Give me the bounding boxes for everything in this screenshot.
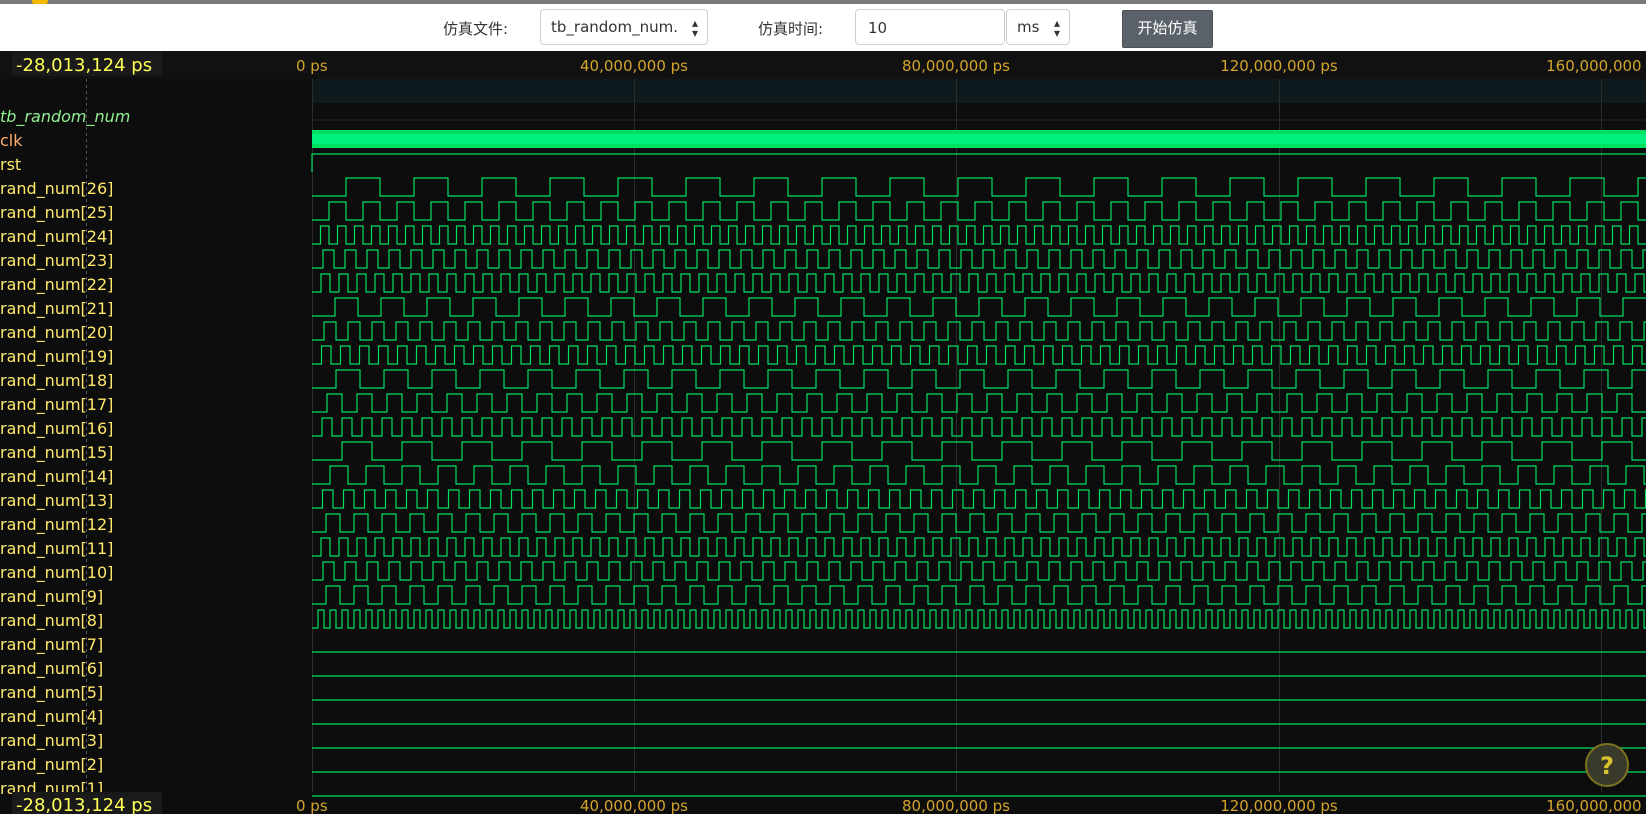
sim-file-value: tb_random_num. xyxy=(551,18,678,36)
toggle-wave xyxy=(312,321,1646,341)
sim-time-label: 仿真时间: xyxy=(758,20,824,38)
rst-wave xyxy=(311,153,1646,172)
toggle-wave xyxy=(312,609,1646,629)
question-circle-icon: ? xyxy=(1600,752,1614,780)
sim-file-select[interactable]: tb_random_num. ▴ ▾ xyxy=(540,9,708,45)
toggle-wave xyxy=(312,225,1646,245)
header-cursor-time: -28,013,124 ps xyxy=(16,55,152,76)
help-button[interactable]: ? xyxy=(1585,743,1629,787)
signal-name: rand_num[22] xyxy=(0,275,113,295)
waveform-viewer[interactable]: -28,013,124 ps 0 ps 40,000,000 ps 80,000,00… xyxy=(0,51,1646,814)
signal-name: rand_num[8] xyxy=(0,611,103,631)
toggle-wave xyxy=(312,561,1646,581)
signal-name: rand_num[13] xyxy=(0,491,113,511)
signal-name: rand_num[16] xyxy=(0,419,113,439)
toggle-wave xyxy=(312,369,1646,389)
signal-name: rand_num[18] xyxy=(0,371,113,391)
tick-label: 120,000,000 ps xyxy=(1220,57,1338,75)
toggle-wave xyxy=(312,393,1646,413)
sim-time-input[interactable]: 10 xyxy=(855,9,1005,45)
signal-name: rand_num[19] xyxy=(0,347,113,367)
tick-label: 0 ps xyxy=(296,57,328,75)
signal-waves xyxy=(311,130,1646,797)
signal-name: rst xyxy=(0,155,21,174)
tick-label: 160,000,000 p xyxy=(1546,57,1646,75)
toggle-wave xyxy=(312,465,1646,485)
toggle-wave xyxy=(312,489,1646,509)
simulation-toolbar: 仿真文件: tb_random_num. ▴ ▾ 仿真时间: 10 ms ▴ ▾ 开… xyxy=(0,4,1646,51)
toggle-wave xyxy=(312,177,1646,197)
toggle-wave xyxy=(312,441,1646,461)
signal-name: rand_num[15] xyxy=(0,443,113,463)
signal-name: rand_num[12] xyxy=(0,515,113,535)
signal-name: rand_num[4] xyxy=(0,707,103,727)
updown-icon: ▴ ▾ xyxy=(1053,16,1060,40)
signal-name: rand_num[9] xyxy=(0,587,103,607)
signal-name: rand_num[3] xyxy=(0,731,103,751)
toggle-wave xyxy=(312,273,1646,293)
start-simulation-button[interactable]: 开始仿真 xyxy=(1122,10,1213,48)
signal-name: clk xyxy=(0,131,23,150)
signal-name: rand_num[21] xyxy=(0,299,113,319)
timeline-footer: -28,013,124 ps 0 ps 40,000,000 ps 80,000,00… xyxy=(12,792,1646,814)
grid-lines xyxy=(0,51,1646,792)
toggle-wave xyxy=(312,297,1646,317)
time-unit-value: ms xyxy=(1017,18,1040,36)
signal-name: rand_num[11] xyxy=(0,539,113,559)
toggle-wave xyxy=(312,345,1646,365)
module-band xyxy=(312,79,1646,103)
sim-file-label: 仿真文件: xyxy=(443,20,509,38)
toggle-wave xyxy=(312,513,1646,533)
signal-name: rand_num[20] xyxy=(0,323,113,343)
signal-name-list: tb_random_numclk rst rand_num[26] rand_num[… xyxy=(0,107,130,799)
toggle-wave xyxy=(312,537,1646,557)
toggle-wave xyxy=(312,201,1646,221)
signal-name: rand_num[14] xyxy=(0,467,113,487)
toggle-wave xyxy=(312,249,1646,269)
signal-name: rand_num[5] xyxy=(0,683,103,703)
tick-label: 40,000,000 ps xyxy=(580,57,688,75)
module-name: tb_random_num xyxy=(0,107,130,127)
updown-icon: ▴ ▾ xyxy=(691,16,698,40)
signal-name: rand_num[2] xyxy=(0,755,103,775)
time-unit-select[interactable]: ms ▴ ▾ xyxy=(1006,9,1070,45)
signal-name: rand_num[17] xyxy=(0,395,113,415)
tick-label: 80,000,000 ps xyxy=(902,57,1010,75)
header-band xyxy=(0,51,1646,79)
signal-name: rand_num[26] xyxy=(0,179,113,199)
signal-name: rand_num[10] xyxy=(0,563,113,583)
clk-wave-shade xyxy=(312,134,1646,144)
signal-name: rand_num[24] xyxy=(0,227,113,247)
toggle-wave xyxy=(312,585,1646,605)
signal-name: rand_num[7] xyxy=(0,635,103,655)
signal-name: rand_num[23] xyxy=(0,251,113,271)
signal-name: rand_num[6] xyxy=(0,659,103,679)
signal-name: rand_num[25] xyxy=(0,203,113,223)
toggle-wave xyxy=(312,417,1646,437)
